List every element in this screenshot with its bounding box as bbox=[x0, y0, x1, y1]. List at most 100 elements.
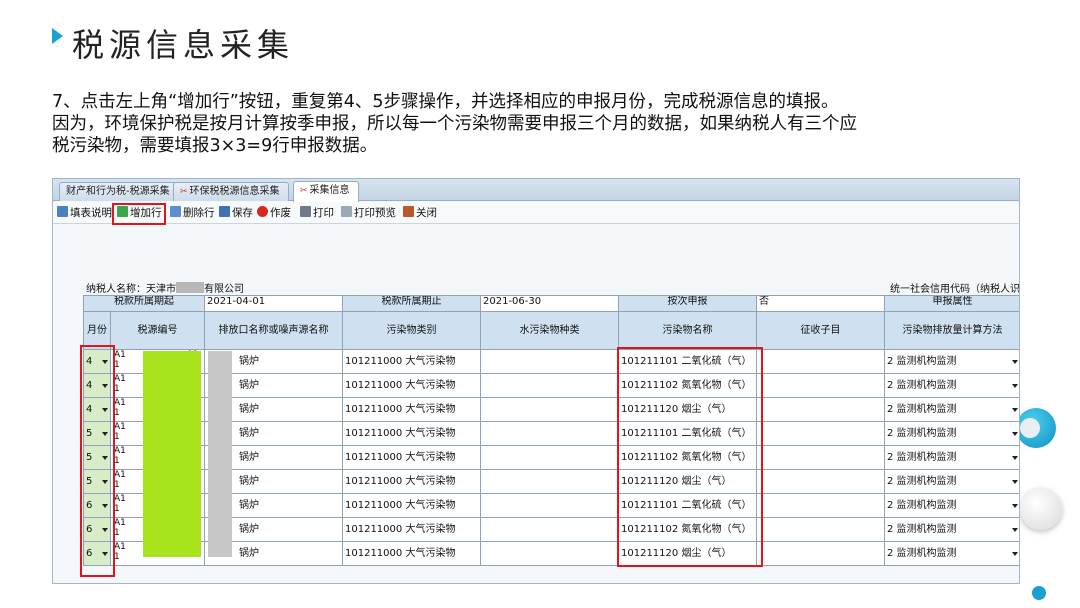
pollutant-category-text: 101211000 大气污染物 bbox=[345, 427, 456, 439]
collection-item-cell[interactable] bbox=[757, 542, 885, 566]
pollutant-category-cell[interactable]: 101211000 大气污染物 bbox=[343, 374, 481, 398]
per-report-value[interactable]: 否 bbox=[757, 295, 885, 312]
outlet-name-text: 锅炉 bbox=[239, 355, 259, 367]
instruction-line: 7、点击左上角“增加行”按钮，重复第4、5步骤操作，并选择相应的申报月份，完成税… bbox=[52, 92, 839, 112]
period-start-value[interactable]: 2021-04-01 bbox=[205, 295, 343, 312]
pollutant-category-cell[interactable]: 101211000 大气污染物 bbox=[343, 518, 481, 542]
print-preview-button[interactable]: 打印预览 bbox=[341, 205, 396, 222]
tab-env-tax-source[interactable]: ✂ 环保税税源信息采集 bbox=[173, 182, 289, 201]
pollutant-category-cell[interactable]: 101211000 大气污染物 bbox=[343, 350, 481, 374]
chevron-down-icon[interactable] bbox=[1012, 455, 1018, 460]
print-preview-icon bbox=[341, 206, 352, 217]
redacted-mask bbox=[208, 351, 232, 557]
water-pollutant-type-cell[interactable] bbox=[481, 422, 619, 446]
chevron-down-icon[interactable] bbox=[1012, 359, 1018, 364]
pollutant-category-text: 101211000 大气污染物 bbox=[345, 403, 456, 415]
emission-method-select[interactable]: 2 监测机构监测 bbox=[885, 422, 1019, 446]
chevron-down-icon[interactable] bbox=[1012, 479, 1018, 484]
source-code-prefix: A1 bbox=[114, 470, 126, 480]
period-end-label: 税款所属期止 bbox=[343, 295, 481, 312]
collection-item-cell[interactable] bbox=[757, 350, 885, 374]
emission-method-text: 2 监测机构监测 bbox=[887, 523, 957, 535]
col-pollutant-name: 污染物名称 bbox=[619, 312, 757, 350]
declare-attr-label: 申报属性 bbox=[885, 295, 1019, 312]
title-marker-icon bbox=[52, 28, 63, 44]
delete-row-button[interactable]: 删除行 bbox=[170, 205, 215, 222]
collection-item-cell[interactable] bbox=[757, 494, 885, 518]
water-pollutant-type-cell[interactable] bbox=[481, 494, 619, 518]
emission-method-select[interactable]: 2 监测机构监测 bbox=[885, 518, 1019, 542]
chevron-down-icon[interactable] bbox=[1012, 551, 1018, 556]
outlet-name-text: 锅炉 bbox=[239, 427, 259, 439]
emission-method-text: 2 监测机构监测 bbox=[887, 451, 957, 463]
pollutant-category-text: 101211000 大气污染物 bbox=[345, 523, 456, 535]
outlet-name-text: 锅炉 bbox=[239, 403, 259, 415]
instruction-text: 7、点击左上角“增加行”按钮，重复第4、5步骤操作，并选择相应的申报月份，完成税… bbox=[52, 91, 1052, 157]
decorative-circle bbox=[1032, 586, 1046, 600]
outlet-name-text: 锅炉 bbox=[239, 547, 259, 559]
tab-bar: 财产和行为税-税源采集 ✂ 环保税税源信息采集 ✂ 采集信息 bbox=[53, 179, 1019, 202]
chevron-down-icon[interactable] bbox=[1012, 503, 1018, 508]
pollutant-category-cell[interactable]: 101211000 大气污染物 bbox=[343, 422, 481, 446]
period-end-value[interactable]: 2021-06-30 bbox=[481, 295, 619, 312]
month-column-highlight bbox=[80, 345, 115, 577]
period-start-label: 税款所属期起 bbox=[83, 295, 205, 312]
close-button[interactable]: 关闭 bbox=[403, 205, 437, 222]
emission-method-select[interactable]: 2 监测机构监测 bbox=[885, 542, 1019, 566]
emission-method-select[interactable]: 2 监测机构监测 bbox=[885, 494, 1019, 518]
pollutant-category-text: 101211000 大气污染物 bbox=[345, 451, 456, 463]
emission-method-select[interactable]: 2 监测机构监测 bbox=[885, 398, 1019, 422]
col-outlet-name: 排放口名称或噪声源名称 bbox=[205, 312, 343, 350]
close-tab-icon[interactable]: ✂ bbox=[180, 187, 188, 197]
collection-item-cell[interactable] bbox=[757, 446, 885, 470]
emission-method-select[interactable]: 2 监测机构监测 bbox=[885, 470, 1019, 494]
instruction-line: 税污染物，需要填报3×3=9行申报数据。 bbox=[52, 136, 378, 156]
pollutant-category-text: 101211000 大气污染物 bbox=[345, 547, 456, 559]
slide-title: 税源信息采集 bbox=[72, 26, 295, 64]
pollutant-category-cell[interactable]: 101211000 大气污染物 bbox=[343, 446, 481, 470]
water-pollutant-type-cell[interactable] bbox=[481, 542, 619, 566]
source-code-prefix: A1 bbox=[114, 518, 126, 528]
emission-method-text: 2 监测机构监测 bbox=[887, 379, 957, 391]
pollutant-category-cell[interactable]: 101211000 大气污染物 bbox=[343, 542, 481, 566]
pollutant-category-text: 101211000 大气污染物 bbox=[345, 379, 456, 391]
source-code-prefix: A1 bbox=[114, 350, 126, 360]
tab-collect-info[interactable]: ✂ 采集信息 bbox=[293, 181, 359, 202]
chevron-down-icon[interactable] bbox=[1012, 527, 1018, 532]
collection-item-cell[interactable] bbox=[757, 374, 885, 398]
redacted-mask bbox=[143, 351, 201, 557]
outlet-name-text: 锅炉 bbox=[239, 451, 259, 463]
emission-method-select[interactable]: 2 监测机构监测 bbox=[885, 446, 1019, 470]
emission-method-select[interactable]: 2 监测机构监测 bbox=[885, 350, 1019, 374]
print-button[interactable]: 打印 bbox=[300, 205, 334, 222]
redacted-mask bbox=[176, 282, 204, 293]
collection-item-cell[interactable] bbox=[757, 470, 885, 494]
water-pollutant-type-cell[interactable] bbox=[481, 518, 619, 542]
taxpayer-name: 纳税人名称：天津市 有限公司 bbox=[86, 282, 244, 295]
close-tab-icon[interactable]: ✂ bbox=[300, 186, 308, 196]
pollutant-category-cell[interactable]: 101211000 大气污染物 bbox=[343, 470, 481, 494]
collection-item-cell[interactable] bbox=[757, 398, 885, 422]
emission-method-select[interactable]: 2 监测机构监测 bbox=[885, 374, 1019, 398]
help-button[interactable]: 填表说明 bbox=[57, 205, 112, 222]
collection-item-cell[interactable] bbox=[757, 518, 885, 542]
save-button[interactable]: 保存 bbox=[219, 205, 253, 222]
water-pollutant-type-cell[interactable] bbox=[481, 350, 619, 374]
chevron-down-icon[interactable] bbox=[1012, 407, 1018, 412]
period-header-row: 税款所属期起 2021-04-01 税款所属期止 2021-06-30 按次申报… bbox=[83, 295, 1019, 312]
pollutant-category-cell[interactable]: 101211000 大气污染物 bbox=[343, 494, 481, 518]
void-button[interactable]: 作废 bbox=[257, 205, 291, 222]
pollutant-name-highlight bbox=[617, 347, 763, 567]
tab-property-tax-source[interactable]: 财产和行为税-税源采集 bbox=[59, 182, 179, 201]
chevron-down-icon[interactable] bbox=[1012, 383, 1018, 388]
water-pollutant-type-cell[interactable] bbox=[481, 374, 619, 398]
water-pollutant-type-cell[interactable] bbox=[481, 398, 619, 422]
water-pollutant-type-cell[interactable] bbox=[481, 470, 619, 494]
col-water-pollutant-type: 水污染物种类 bbox=[481, 312, 619, 350]
pollutant-category-cell[interactable]: 101211000 大气污染物 bbox=[343, 398, 481, 422]
chevron-down-icon[interactable] bbox=[1012, 431, 1018, 436]
water-pollutant-type-cell[interactable] bbox=[481, 446, 619, 470]
collection-item-cell[interactable] bbox=[757, 422, 885, 446]
pollutant-category-text: 101211000 大气污染物 bbox=[345, 499, 456, 511]
col-collection-item: 征收子目 bbox=[757, 312, 885, 350]
